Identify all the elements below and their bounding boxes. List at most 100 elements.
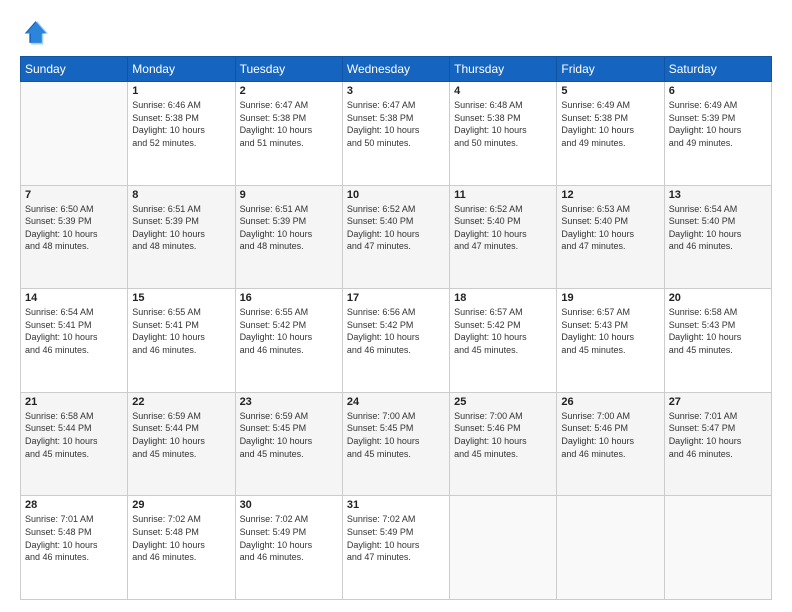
day-number: 19 [561, 292, 659, 304]
day-info: Sunrise: 7:02 AM Sunset: 5:49 PM Dayligh… [240, 513, 338, 563]
day-info: Sunrise: 6:47 AM Sunset: 5:38 PM Dayligh… [347, 99, 445, 149]
day-number: 24 [347, 396, 445, 408]
calendar-cell: 1Sunrise: 6:46 AM Sunset: 5:38 PM Daylig… [128, 82, 235, 186]
day-number: 11 [454, 189, 552, 201]
day-info: Sunrise: 6:54 AM Sunset: 5:40 PM Dayligh… [669, 203, 767, 253]
calendar-cell: 23 Sunrise: 6:59 AM Sunset: 5:45 PM Dayli… [235, 392, 342, 496]
calendar-cell: 29 Sunrise: 7:02 AM Sunset: 5:48 PM Dayli… [128, 496, 235, 600]
day-number: 30 [240, 499, 338, 511]
day-number: 18 [454, 292, 552, 304]
day-info: Sunrise: 6:53 AM Sunset: 5:40 PM Dayligh… [561, 203, 659, 253]
logo-icon [20, 18, 48, 46]
day-number: 22 [132, 396, 230, 408]
day-number: 2 [240, 85, 338, 97]
weekday-header-saturday: Saturday [664, 57, 771, 82]
day-info: Sunrise: 6:56 AM Sunset: 5:42 PM Dayligh… [347, 306, 445, 356]
calendar-cell [450, 496, 557, 600]
day-number: 21 [25, 396, 123, 408]
day-info: Sunrise: 7:00 AM Sunset: 5:46 PM Dayligh… [561, 410, 659, 460]
calendar-cell: 30 Sunrise: 7:02 AM Sunset: 5:49 PM Dayli… [235, 496, 342, 600]
day-info: Sunrise: 6:55 AM Sunset: 5:41 PM Dayligh… [132, 306, 230, 356]
calendar-cell: 18 Sunrise: 6:57 AM Sunset: 5:42 PM Dayli… [450, 289, 557, 393]
calendar-cell: 9Sunrise: 6:51 AM Sunset: 5:39 PM Daylig… [235, 185, 342, 289]
calendar-cell: 17 Sunrise: 6:56 AM Sunset: 5:42 PM Dayli… [342, 289, 449, 393]
day-info: Sunrise: 6:46 AM Sunset: 5:38 PM Dayligh… [132, 99, 230, 149]
day-number: 10 [347, 189, 445, 201]
day-info: Sunrise: 7:01 AM Sunset: 5:48 PM Dayligh… [25, 513, 123, 563]
calendar-cell [664, 496, 771, 600]
calendar-week-row: 1Sunrise: 6:46 AM Sunset: 5:38 PM Daylig… [21, 82, 772, 186]
day-number: 29 [132, 499, 230, 511]
day-number: 31 [347, 499, 445, 511]
calendar-cell: 24 Sunrise: 7:00 AM Sunset: 5:45 PM Dayli… [342, 392, 449, 496]
day-info: Sunrise: 6:51 AM Sunset: 5:39 PM Dayligh… [132, 203, 230, 253]
day-number: 5 [561, 85, 659, 97]
day-number: 12 [561, 189, 659, 201]
day-number: 4 [454, 85, 552, 97]
day-info: Sunrise: 6:49 AM Sunset: 5:39 PM Dayligh… [669, 99, 767, 149]
day-info: Sunrise: 6:55 AM Sunset: 5:42 PM Dayligh… [240, 306, 338, 356]
calendar-week-row: 21 Sunrise: 6:58 AM Sunset: 5:44 PM Dayli… [21, 392, 772, 496]
day-info: Sunrise: 6:51 AM Sunset: 5:39 PM Dayligh… [240, 203, 338, 253]
day-number: 17 [347, 292, 445, 304]
calendar-cell [557, 496, 664, 600]
day-info: Sunrise: 6:49 AM Sunset: 5:38 PM Dayligh… [561, 99, 659, 149]
day-info: Sunrise: 6:54 AM Sunset: 5:41 PM Dayligh… [25, 306, 123, 356]
day-info: Sunrise: 6:50 AM Sunset: 5:39 PM Dayligh… [25, 203, 123, 253]
day-info: Sunrise: 6:59 AM Sunset: 5:45 PM Dayligh… [240, 410, 338, 460]
weekday-header-row: SundayMondayTuesdayWednesdayThursdayFrid… [21, 57, 772, 82]
calendar-cell: 27 Sunrise: 7:01 AM Sunset: 5:47 PM Dayli… [664, 392, 771, 496]
day-number: 8 [132, 189, 230, 201]
calendar-cell: 13Sunrise: 6:54 AM Sunset: 5:40 PM Dayli… [664, 185, 771, 289]
weekday-header-thursday: Thursday [450, 57, 557, 82]
day-number: 16 [240, 292, 338, 304]
day-info: Sunrise: 6:52 AM Sunset: 5:40 PM Dayligh… [454, 203, 552, 253]
day-number: 15 [132, 292, 230, 304]
calendar-cell: 10 Sunrise: 6:52 AM Sunset: 5:40 PM Dayli… [342, 185, 449, 289]
day-number: 27 [669, 396, 767, 408]
day-info: Sunrise: 6:57 AM Sunset: 5:43 PM Dayligh… [561, 306, 659, 356]
day-info: Sunrise: 6:57 AM Sunset: 5:42 PM Dayligh… [454, 306, 552, 356]
calendar-cell: 12 Sunrise: 6:53 AM Sunset: 5:40 PM Dayli… [557, 185, 664, 289]
calendar-table: SundayMondayTuesdayWednesdayThursdayFrid… [20, 56, 772, 600]
day-info: Sunrise: 7:02 AM Sunset: 5:48 PM Dayligh… [132, 513, 230, 563]
calendar-cell: 22 Sunrise: 6:59 AM Sunset: 5:44 PM Dayli… [128, 392, 235, 496]
day-info: Sunrise: 7:00 AM Sunset: 5:45 PM Dayligh… [347, 410, 445, 460]
calendar-week-row: 7 Sunrise: 6:50 AM Sunset: 5:39 PM Daylig… [21, 185, 772, 289]
calendar-cell: 31Sunrise: 7:02 AM Sunset: 5:49 PM Dayli… [342, 496, 449, 600]
day-number: 28 [25, 499, 123, 511]
day-info: Sunrise: 6:52 AM Sunset: 5:40 PM Dayligh… [347, 203, 445, 253]
day-info: Sunrise: 7:00 AM Sunset: 5:46 PM Dayligh… [454, 410, 552, 460]
weekday-header-friday: Friday [557, 57, 664, 82]
calendar-cell: 3 Sunrise: 6:47 AM Sunset: 5:38 PM Daylig… [342, 82, 449, 186]
calendar-cell: 2Sunrise: 6:47 AM Sunset: 5:38 PM Daylig… [235, 82, 342, 186]
logo [20, 18, 52, 46]
day-number: 23 [240, 396, 338, 408]
calendar-cell: 7 Sunrise: 6:50 AM Sunset: 5:39 PM Daylig… [21, 185, 128, 289]
day-info: Sunrise: 6:59 AM Sunset: 5:44 PM Dayligh… [132, 410, 230, 460]
page: SundayMondayTuesdayWednesdayThursdayFrid… [0, 0, 792, 612]
day-info: Sunrise: 6:58 AM Sunset: 5:43 PM Dayligh… [669, 306, 767, 356]
weekday-header-wednesday: Wednesday [342, 57, 449, 82]
calendar-week-row: 14 Sunrise: 6:54 AM Sunset: 5:41 PM Dayli… [21, 289, 772, 393]
day-number: 3 [347, 85, 445, 97]
day-number: 6 [669, 85, 767, 97]
day-info: Sunrise: 6:48 AM Sunset: 5:38 PM Dayligh… [454, 99, 552, 149]
weekday-header-monday: Monday [128, 57, 235, 82]
day-number: 20 [669, 292, 767, 304]
day-number: 25 [454, 396, 552, 408]
day-info: Sunrise: 7:01 AM Sunset: 5:47 PM Dayligh… [669, 410, 767, 460]
calendar-cell: 5 Sunrise: 6:49 AM Sunset: 5:38 PM Daylig… [557, 82, 664, 186]
calendar-cell: 26Sunrise: 7:00 AM Sunset: 5:46 PM Dayli… [557, 392, 664, 496]
calendar-cell: 15 Sunrise: 6:55 AM Sunset: 5:41 PM Dayli… [128, 289, 235, 393]
calendar-cell [21, 82, 128, 186]
calendar-cell: 28 Sunrise: 7:01 AM Sunset: 5:48 PM Dayli… [21, 496, 128, 600]
day-number: 14 [25, 292, 123, 304]
calendar-cell: 8 Sunrise: 6:51 AM Sunset: 5:39 PM Daylig… [128, 185, 235, 289]
day-number: 7 [25, 189, 123, 201]
header [20, 18, 772, 46]
day-info: Sunrise: 6:58 AM Sunset: 5:44 PM Dayligh… [25, 410, 123, 460]
calendar-cell: 25 Sunrise: 7:00 AM Sunset: 5:46 PM Dayli… [450, 392, 557, 496]
weekday-header-sunday: Sunday [21, 57, 128, 82]
calendar-cell: 16 Sunrise: 6:55 AM Sunset: 5:42 PM Dayli… [235, 289, 342, 393]
